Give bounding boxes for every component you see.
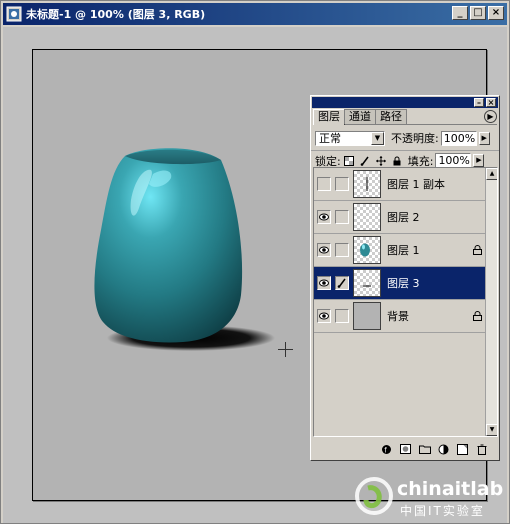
layer-thumbnail	[353, 269, 381, 297]
document-title-bar[interactable]: 未标题-1 @ 100% (图层 3, RGB) _ □ ×	[3, 3, 507, 25]
opacity-field[interactable]: 100%	[440, 130, 477, 146]
layer-row-layer-1[interactable]: 图层 1	[314, 234, 487, 267]
watermark-subtext: 中国IT实验室	[400, 504, 485, 518]
trash-icon[interactable]	[473, 442, 490, 456]
opacity-label: 不透明度:	[391, 132, 439, 145]
blend-opacity-row: 正常 ▼ 不透明度: 100% ▶	[311, 128, 499, 148]
layer-thumbnail	[353, 302, 381, 330]
palette-tabs: 图层 通道 路径 ▶	[313, 109, 497, 125]
maximize-button[interactable]: □	[470, 6, 486, 20]
tab-paths[interactable]: 路径	[375, 109, 407, 124]
layer-thumbnail	[353, 170, 381, 198]
layer-row-background[interactable]: 背景	[314, 300, 487, 333]
palette-title-bar[interactable]: – ×	[312, 97, 498, 108]
layer-thumbnail	[353, 203, 381, 231]
layer-row-layer-1-copy[interactable]: 图层 1 副本	[314, 168, 487, 201]
layer-name: 图层 3	[387, 277, 420, 290]
lock-transparency-icon[interactable]	[343, 155, 355, 167]
chevron-down-icon: ▼	[371, 131, 384, 145]
blend-mode-select[interactable]: 正常 ▼	[315, 130, 385, 146]
palette-minimize-button[interactable]: –	[474, 98, 484, 107]
lock-brush-icon[interactable]	[359, 155, 371, 167]
layer-list-scrollbar[interactable]: ▲ ▼	[485, 168, 497, 436]
opacity-arrow-icon[interactable]: ▶	[478, 131, 490, 145]
eye-icon[interactable]	[317, 309, 331, 323]
chinaitlab-logo-icon	[355, 477, 393, 515]
palette-menu-arrow-icon[interactable]: ▶	[484, 110, 497, 123]
lock-move-icon[interactable]	[375, 155, 387, 167]
eye-icon[interactable]	[317, 243, 331, 257]
minimize-button[interactable]: _	[452, 6, 468, 20]
watermark-text: chinaitlab	[397, 478, 504, 500]
close-button[interactable]: ×	[488, 6, 504, 20]
scroll-up-icon[interactable]: ▲	[486, 168, 497, 180]
layer-name: 图层 1	[387, 244, 420, 257]
layer-name: 图层 2	[387, 211, 420, 224]
layer-mask-icon[interactable]	[397, 442, 414, 456]
window-controls: _ □ ×	[452, 6, 504, 20]
fill-field[interactable]: 100%	[435, 153, 472, 168]
eye-icon[interactable]	[317, 210, 331, 224]
layer-thumbnail	[353, 236, 381, 264]
lock-all-icon[interactable]	[391, 155, 403, 167]
link-toggle[interactable]	[335, 177, 349, 191]
eye-icon[interactable]	[317, 276, 331, 290]
photoshop-document-icon	[6, 6, 22, 22]
layer-list: 图层 1 副本 图层 2 图层 1 图层 3 背景 ▲ ▼	[313, 167, 498, 437]
tab-channels[interactable]: 通道	[344, 109, 376, 124]
layers-palette: – × 图层 通道 路径 ▶ 正常 ▼ 不透明度: 100% ▶ 锁定: 填充:…	[310, 95, 500, 461]
document-title: 未标题-1 @ 100% (图层 3, RGB)	[26, 8, 206, 21]
palette-close-button[interactable]: ×	[486, 98, 496, 107]
layer-row-layer-2[interactable]: 图层 2	[314, 201, 487, 234]
layer-name: 背景	[387, 310, 409, 323]
blend-mode-value: 正常	[319, 132, 341, 145]
lock-icon	[473, 245, 482, 255]
fill-arrow-icon[interactable]: ▶	[473, 154, 485, 167]
chinaitlab-watermark: chinaitlab 中国IT实验室	[352, 474, 504, 520]
tab-layers[interactable]: 图层	[313, 109, 345, 125]
lock-icon	[473, 311, 482, 321]
layer-style-icon[interactable]: f	[378, 442, 395, 456]
link-toggle[interactable]	[335, 309, 349, 323]
layer-row-layer-3[interactable]: 图层 3	[314, 267, 487, 300]
adjustment-layer-icon[interactable]	[435, 442, 452, 456]
scroll-down-icon[interactable]: ▼	[486, 424, 497, 436]
link-toggle[interactable]	[335, 210, 349, 224]
paintbrush-icon[interactable]	[335, 276, 349, 290]
new-group-icon[interactable]	[416, 442, 433, 456]
palette-footer: f	[313, 440, 498, 458]
crosshair-cursor	[278, 342, 293, 357]
new-layer-icon[interactable]	[454, 442, 471, 456]
visibility-toggle[interactable]	[317, 177, 331, 191]
link-toggle[interactable]	[335, 243, 349, 257]
layer-name: 图层 1 副本	[387, 178, 445, 191]
